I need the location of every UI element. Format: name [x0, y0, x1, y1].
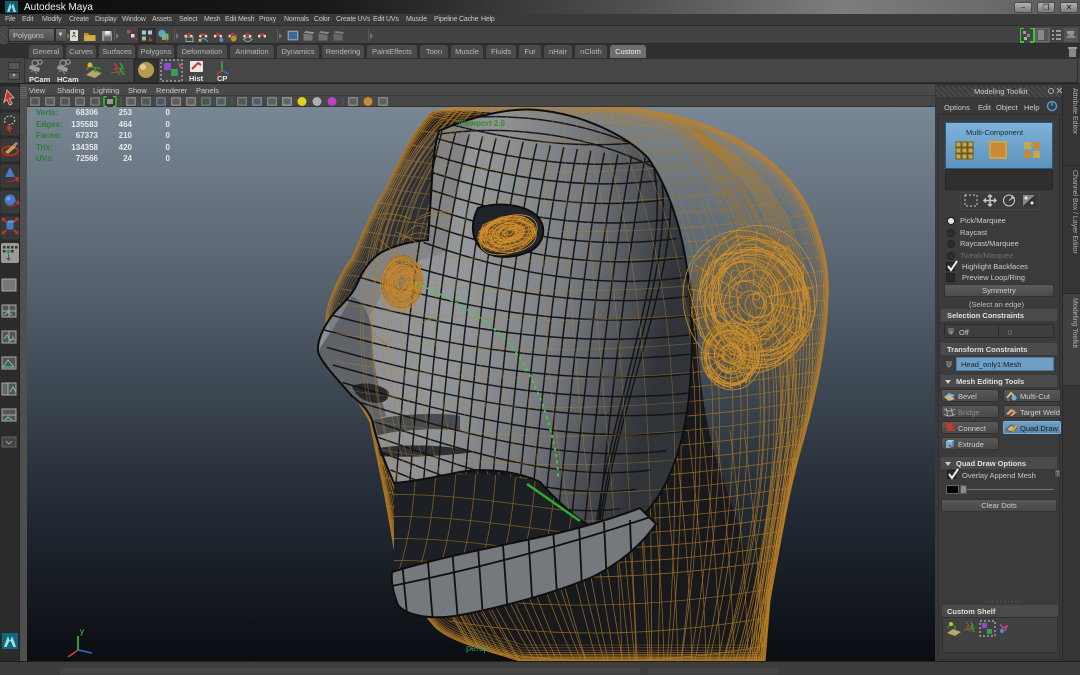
svg-text:y: y	[80, 627, 84, 636]
svg-text:Viewport 2.0: Viewport 2.0	[458, 119, 506, 128]
svg-text:A: A	[11, 337, 15, 343]
svg-text:persp: persp	[466, 643, 489, 653]
